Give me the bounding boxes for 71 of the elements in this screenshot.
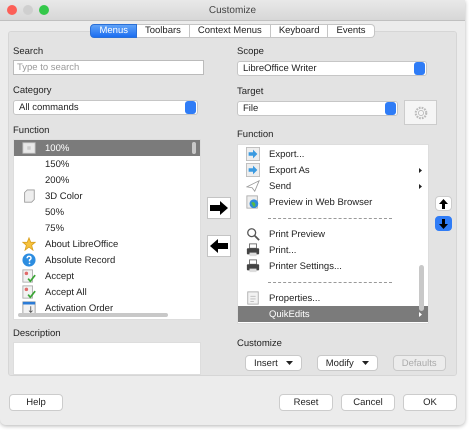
list-item[interactable]: 75%: [14, 220, 200, 236]
settings-button[interactable]: [404, 100, 437, 125]
menu-button[interactable]: Insert: [245, 355, 302, 371]
arrow-icon: [246, 147, 260, 161]
remove-button[interactable]: [207, 235, 231, 257]
move-up-button[interactable]: [435, 196, 452, 211]
help-icon: [22, 253, 36, 268]
tab[interactable]: Keyboard: [270, 24, 328, 38]
zoom-window-icon[interactable]: [39, 5, 49, 15]
field-label: Customize: [237, 338, 283, 350]
up-arrow-icon: [439, 198, 448, 208]
document-check-icon: [22, 269, 36, 284]
list-item[interactable]: 150%: [14, 156, 200, 172]
add-button[interactable]: [207, 197, 231, 219]
search-field[interactable]: Type to search: [13, 60, 204, 76]
list-item[interactable]: 50%: [14, 204, 200, 220]
menu-entry[interactable]: Print...: [238, 242, 428, 258]
list-item[interactable]: About LibreOffice: [14, 236, 200, 252]
document-icon: [246, 291, 260, 305]
printer-icon: [246, 243, 260, 257]
help-button[interactable]: Help: [9, 394, 63, 411]
menu-entry[interactable]: Preview in Web Browser: [238, 194, 428, 210]
left-arrow-icon: [210, 239, 228, 253]
window-title: Customize: [208, 4, 256, 16]
menu-entry[interactable]: Printer Settings...: [238, 258, 428, 274]
menu-entry[interactable]: Properties...: [238, 290, 428, 306]
right-arrow-icon: [210, 201, 228, 215]
field-label: Target: [237, 86, 264, 98]
printer-icon: [246, 259, 260, 273]
tab[interactable]: Toolbars: [136, 24, 190, 38]
menu-entry[interactable]: QuikEdits: [238, 306, 428, 322]
scrollbar[interactable]: [192, 142, 196, 154]
tab[interactable]: Events: [328, 24, 375, 38]
menu-entry[interactable]: Send: [238, 178, 428, 194]
list-item[interactable]: 3D Color: [14, 188, 200, 204]
star-icon: [22, 237, 36, 252]
move-down-button[interactable]: [435, 216, 452, 231]
field-label: Description: [13, 328, 62, 339]
scope-dropdown[interactable]: LibreOffice Writer: [237, 61, 427, 76]
field-label: Search: [13, 46, 44, 58]
list-item[interactable]: 200%: [14, 172, 200, 188]
list-label: Function: [237, 129, 274, 141]
scrollbar[interactable]: [18, 312, 168, 317]
dialog-button[interactable]: Reset: [279, 394, 333, 411]
scrollbar[interactable]: [419, 265, 424, 311]
category-dropdown[interactable]: All commands: [13, 100, 198, 115]
menu-button[interactable]: Modify: [316, 355, 378, 371]
list-label: Function: [13, 124, 50, 136]
menu-entry[interactable]: Print Preview: [238, 226, 428, 242]
menu-entry[interactable]: Export...: [238, 146, 428, 162]
document-check-icon: [22, 285, 36, 300]
close-icon[interactable]: [7, 5, 17, 15]
list-item[interactable]: Accept All: [14, 284, 200, 300]
list-item[interactable]: Accept: [14, 268, 200, 284]
tab[interactable]: Context Menus: [190, 24, 271, 38]
search-icon: [246, 227, 260, 241]
list-item[interactable]: Absolute Record: [14, 252, 200, 268]
target-dropdown[interactable]: File: [237, 101, 398, 116]
menu-entry[interactable]: Export As: [238, 162, 428, 178]
globe-icon: [246, 195, 260, 209]
dialog-button[interactable]: Cancel: [341, 394, 395, 411]
dialog-button[interactable]: OK: [403, 394, 457, 411]
paper-plane-icon: [246, 179, 260, 193]
order-icon: [22, 301, 36, 316]
list-item[interactable]: 100%: [14, 140, 200, 156]
arrow-icon: [246, 163, 260, 177]
gear-icon: [414, 106, 428, 120]
down-arrow-icon: [439, 218, 448, 228]
field-label: Scope: [237, 46, 265, 58]
field-label: Category: [13, 85, 53, 97]
cube-icon: [22, 189, 36, 204]
